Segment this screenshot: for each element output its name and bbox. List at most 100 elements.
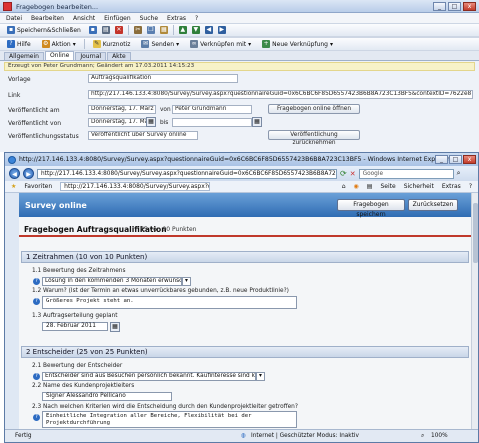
help-icon[interactable]: ?: [33, 298, 40, 305]
note-icon: ✎: [92, 40, 101, 48]
menu-ansicht[interactable]: Ansicht: [73, 15, 95, 22]
zoom-icon[interactable]: ⌕: [421, 430, 424, 442]
address-bar[interactable]: http://217.146.133.4:8080/Survey/Survey.…: [37, 168, 337, 179]
answer-field[interactable]: Signer Alessandro Pellicano: [42, 392, 172, 401]
vorlage-field[interactable]: Auftragsqualifikation: [88, 74, 238, 83]
scrollbar-thumb[interactable]: [473, 203, 478, 263]
menu-einfuegen[interactable]: Einfügen: [104, 15, 130, 22]
save-close-button[interactable]: ▪ Speichern&Schließen: [4, 25, 84, 36]
toolbar-separator: [172, 25, 174, 35]
ie-logo-icon: [8, 156, 16, 164]
veroeffentlicht-am-field[interactable]: Donnerstag, 17. März 2011: [88, 105, 156, 114]
info-bar: Erzeugt von Peter Grundmann; Geändert am…: [4, 62, 475, 71]
save-close-label: Speichern&Schließen: [17, 26, 81, 34]
menu-bearbeiten[interactable]: Bearbeiten: [31, 15, 64, 22]
status-text: Fertig: [15, 433, 32, 439]
maximize-button[interactable]: □: [448, 2, 461, 11]
question-label: 2.3 Nach welchen Kriterien wird die Ents…: [32, 404, 298, 410]
browser-maximize-button[interactable]: □: [449, 155, 462, 164]
help-icon[interactable]: ?: [33, 278, 40, 285]
survey-header: Survey online Fragebogen speichern Zurüc…: [19, 193, 471, 218]
paste-icon[interactable]: ▦: [159, 26, 168, 34]
bis-field[interactable]: [172, 118, 252, 127]
browser-tab[interactable]: http://217.146.133.4:8080/Survey/Survey.…: [60, 182, 211, 191]
browser-statusbar: Fertig ◍ Internet | Geschützter Modus: I…: [5, 429, 478, 442]
section-zeitrahmen[interactable]: 1 Zeitrahmen (10 von 10 Punkten): [21, 251, 469, 263]
answer-textarea[interactable]: Größeres Projekt steht an.: [42, 296, 297, 309]
chevron-down-icon[interactable]: ▾: [256, 372, 265, 381]
retract-publication-button[interactable]: Veröffentlichung zurücknehmen: [268, 130, 360, 146]
stop-icon[interactable]: ✕: [350, 170, 356, 178]
help-icon[interactable]: ?: [469, 183, 472, 190]
print-icon[interactable]: ▤: [367, 183, 373, 190]
browser-minimize-button[interactable]: _: [435, 155, 448, 164]
nav-next-icon[interactable]: ▶: [217, 26, 226, 34]
open-online-button[interactable]: Fragebogen online öffnen: [268, 104, 360, 114]
cut-icon[interactable]: ✂: [133, 26, 142, 34]
save-icon[interactable]: ▪: [88, 26, 97, 34]
answer-select[interactable]: Lösung in den kommenden 3 Monaten erwüns…: [42, 277, 182, 286]
forward-arrow-icon[interactable]: ▶: [23, 168, 34, 179]
question-label: 1.3 Auftragserteilung geplant: [32, 313, 118, 319]
print-icon[interactable]: ▤: [101, 26, 110, 34]
help-icon[interactable]: ?: [33, 373, 40, 380]
tab-allgemein[interactable]: Allgemein: [4, 52, 44, 60]
favorites-label[interactable]: Favoriten: [24, 183, 52, 190]
title-rule: [19, 235, 471, 237]
extras-menu[interactable]: Extras: [442, 183, 461, 190]
status-label: Veröffentlichungsstatus: [8, 133, 79, 140]
menu-suche[interactable]: Suche: [140, 15, 158, 22]
neue-verknuepfung-button[interactable]: + Neue Verknüpfung ▾: [259, 39, 336, 50]
sicherheit-menu[interactable]: Sicherheit: [404, 183, 434, 190]
home-icon[interactable]: ⌂: [342, 183, 346, 190]
answer-textarea[interactable]: Einheitliche Integration aller Bereiche,…: [42, 411, 297, 428]
verknuepfen-button[interactable]: ∞ Verknüpfen mit ▾: [187, 39, 254, 50]
chevron-down-icon[interactable]: ▾: [182, 277, 191, 286]
back-arrow-icon[interactable]: ◀: [9, 168, 20, 179]
copy-icon[interactable]: ❐: [146, 26, 155, 34]
favorites-star-icon[interactable]: ★: [11, 183, 16, 190]
save-icon: ▪: [7, 26, 15, 34]
help-icon[interactable]: ?: [33, 414, 40, 421]
verknuepfen-label: Verknüpfen mit: [200, 40, 247, 48]
answer-select[interactable]: Entscheider sind aus Besuchen persönlich…: [42, 372, 256, 381]
help-icon: ?: [7, 40, 15, 48]
tab-journal[interactable]: Journal: [75, 52, 107, 60]
toolbar-separator: [127, 25, 129, 35]
calendar-icon[interactable]: ▦: [110, 322, 120, 332]
tab-online[interactable]: Online: [44, 51, 75, 60]
toolbar-main: ▪ Speichern&Schließen ▪ ▤ ✕ ✂ ❐ ▦ ▲ ▼ ◀ …: [0, 23, 479, 37]
tab-akte[interactable]: Akte: [107, 52, 131, 60]
help-button[interactable]: ? Hilfe: [4, 39, 34, 50]
refresh-icon[interactable]: ⟳: [340, 169, 347, 178]
feeds-icon[interactable]: ◉: [354, 183, 359, 190]
close-button[interactable]: x: [463, 2, 476, 11]
vertical-scrollbar[interactable]: [471, 193, 478, 429]
nav-first-icon[interactable]: ◀: [204, 26, 213, 34]
seite-menu[interactable]: Seite: [380, 183, 395, 190]
aktion-button[interactable]: ⚙ Aktion ▾: [39, 39, 79, 50]
save-survey-button[interactable]: Fragebogen speichern: [337, 199, 405, 218]
reset-button[interactable]: Zurücksetzen: [408, 199, 458, 211]
calendar-icon[interactable]: ▦: [252, 117, 262, 127]
section-entscheider[interactable]: 2 Entscheider (25 von 25 Punkten): [21, 346, 469, 358]
delete-icon[interactable]: ✕: [114, 26, 123, 34]
date-field[interactable]: 28. Februar 2011: [42, 322, 108, 331]
menu-help[interactable]: ?: [195, 15, 198, 22]
search-input[interactable]: Google: [358, 168, 454, 179]
arrow-up-icon[interactable]: ▲: [178, 26, 187, 34]
von-field[interactable]: Peter Grundmann: [172, 105, 252, 114]
menu-datei[interactable]: Datei: [6, 15, 22, 22]
arrow-down-icon[interactable]: ▼: [191, 26, 200, 34]
globe-icon: ◍: [241, 433, 247, 439]
link-field[interactable]: http://217.146.133.4:8080/Survey/Survey.…: [88, 90, 473, 99]
minimize-button[interactable]: _: [433, 2, 446, 11]
toolbar-separator: [83, 39, 85, 49]
zoom-level[interactable]: 100%: [431, 430, 448, 442]
search-icon[interactable]: ⌕: [457, 169, 461, 178]
browser-close-button[interactable]: x: [463, 155, 476, 164]
calendar-icon[interactable]: ▦: [146, 117, 156, 127]
menu-extras[interactable]: Extras: [167, 15, 186, 22]
senden-button[interactable]: ✉ Senden ▾: [138, 39, 182, 50]
kurznotiz-button[interactable]: ✎ Kurznotiz: [90, 39, 134, 50]
